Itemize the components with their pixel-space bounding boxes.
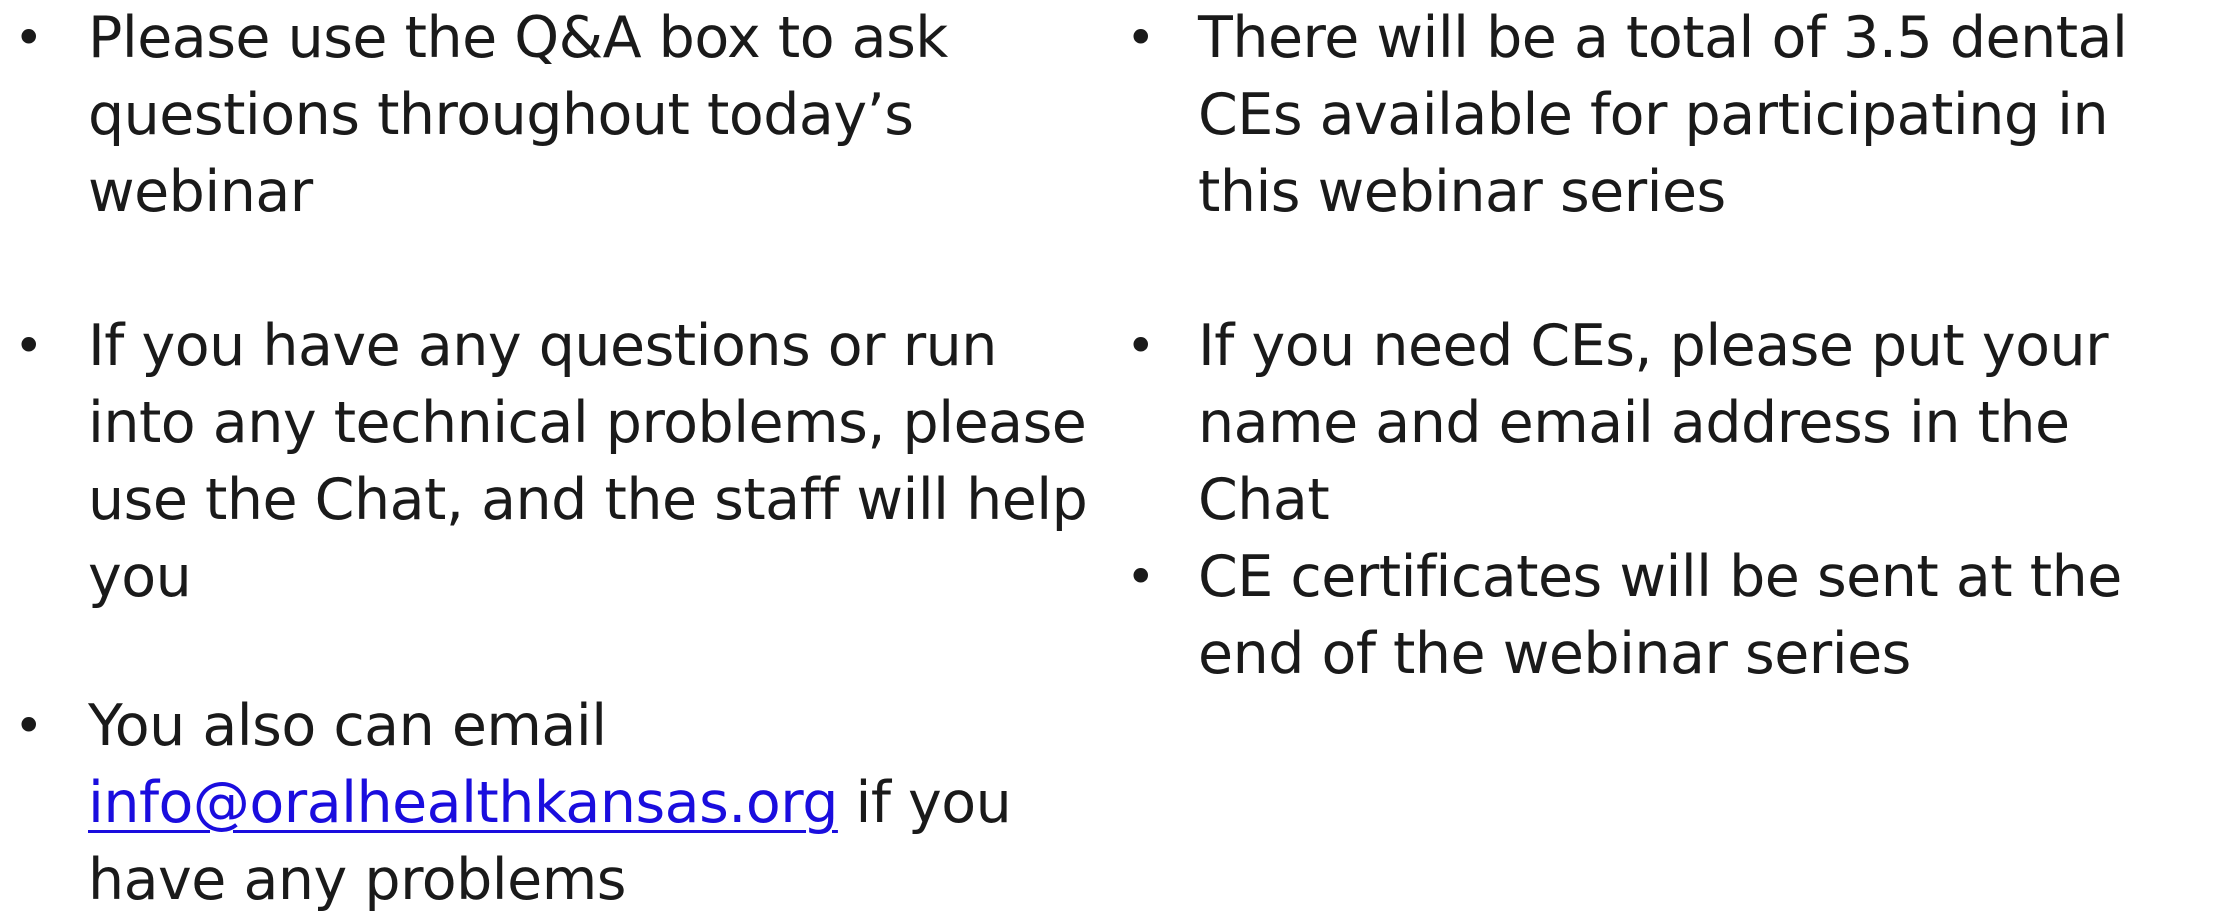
bullet-item-certificates: • CE certificates will be sent at the en… [1112, 539, 2216, 693]
bullet-item-qa-box: • Please use the Q&A box to ask question… [0, 0, 1090, 231]
bullet-item-email: • You also can email info@oralhealthkans… [0, 688, 1090, 919]
bullet-text: There will be a total of 3.5 dental CEs … [1198, 5, 2128, 225]
bullet-icon: • [1126, 548, 1156, 606]
bullet-text: If you need CEs, please put your name an… [1198, 313, 2109, 533]
bullet-icon: • [14, 9, 44, 67]
bullet-icon: • [14, 317, 44, 375]
email-prefix-text: You also can email [88, 693, 607, 759]
bullet-item-dental-ces: • There will be a total of 3.5 dental CE… [1112, 0, 2216, 231]
bullet-icon: • [14, 697, 44, 755]
bullet-text: CE certificates will be sent at the end … [1198, 544, 2122, 687]
bullet-text: Please use the Q&A box to ask questions … [88, 5, 948, 225]
bullet-icon: • [1126, 317, 1156, 375]
bullet-item-need-ces: • If you need CEs, please put your name … [1112, 308, 2216, 539]
bullet-text: If you have any questions or run into an… [88, 313, 1088, 610]
bullet-icon: • [1126, 9, 1156, 67]
email-link[interactable]: info@oralhealthkansas.org [88, 770, 838, 836]
bullet-text: You also can email info@oralhealthkansas… [88, 688, 1090, 919]
bullet-item-chat-help: • If you have any questions or run into … [0, 308, 1090, 616]
